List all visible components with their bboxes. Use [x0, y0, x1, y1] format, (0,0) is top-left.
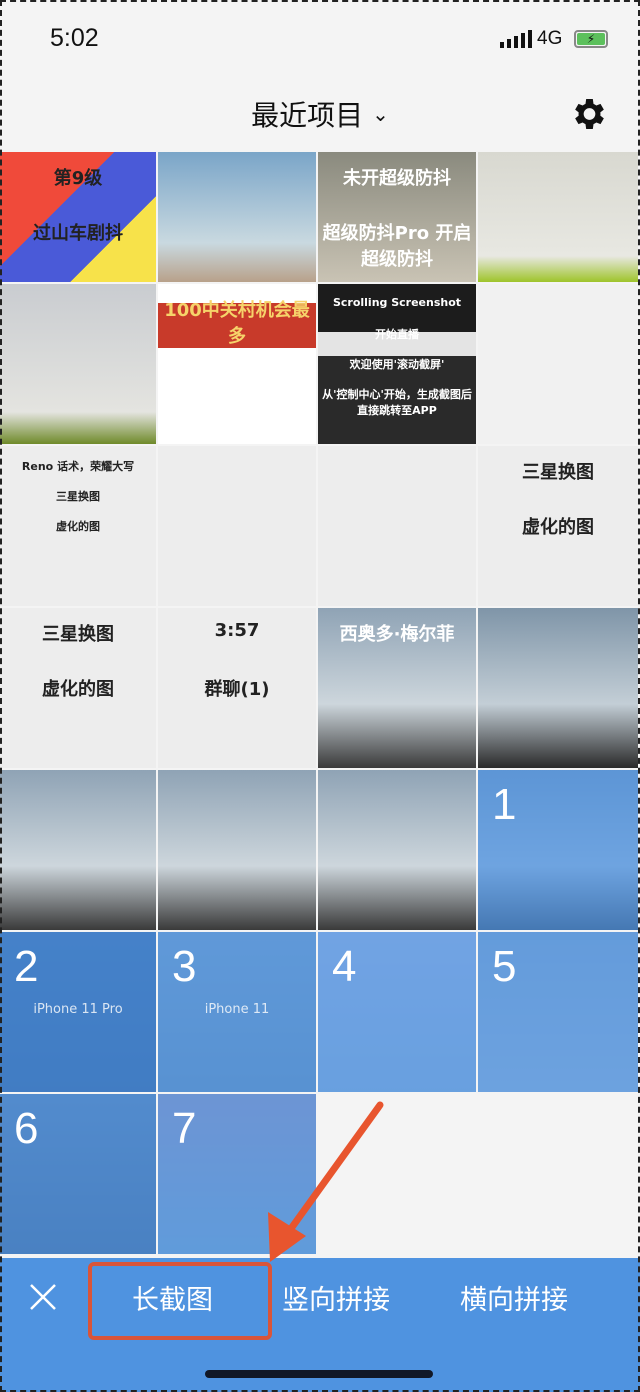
photo-tile-selected[interactable]: 2 iPhone 11 Pro: [0, 932, 156, 1092]
vertical-stitch-button[interactable]: 竖向拼接: [282, 1278, 390, 1317]
selection-order-number: 5: [492, 942, 517, 991]
photo-tile[interactable]: Scrolling Screenshot 开始直播欢迎使用'滚动截屏' 从'控制中心…: [318, 284, 476, 444]
thumbnail-text: 欢迎使用'滚动截屏': [349, 358, 445, 371]
photo-tile[interactable]: [0, 284, 156, 444]
photo-tile[interactable]: Reno 话术，荣耀大写 三星换图虚化的图: [0, 446, 156, 606]
home-indicator: [205, 1370, 433, 1378]
chevron-down-icon: ⌄: [372, 102, 389, 126]
album-title: 最近项目: [251, 99, 364, 132]
photo-tile-selected[interactable]: 1: [478, 770, 638, 930]
photo-tile-selected[interactable]: 7: [158, 1094, 316, 1254]
battery-icon: ⚡: [574, 30, 608, 48]
photo-tile-selected[interactable]: 5: [478, 932, 638, 1092]
status-time: 5:02: [50, 24, 99, 52]
thumbnail-text: 未开超级防抖: [343, 168, 451, 189]
photo-tile[interactable]: 西奥多·梅尔菲: [318, 608, 476, 768]
horizontal-stitch-button[interactable]: 横向拼接: [460, 1278, 568, 1317]
selection-order-number: 4: [332, 942, 357, 991]
thumbnail-text: 超级防抖Pro 开启超级防抖: [322, 223, 472, 270]
thumbnail-text: 虚化的图: [42, 679, 114, 700]
photo-tile[interactable]: 第9级过山车剧抖: [0, 152, 156, 282]
bottom-action-bar: 长截图 竖向拼接 横向拼接: [0, 1258, 640, 1392]
long-screenshot-button[interactable]: 长截图: [132, 1278, 213, 1317]
photo-tile: [478, 1094, 638, 1254]
thumbnail-text: Scrolling Screenshot: [332, 296, 462, 309]
thumbnail-text: 100中关村机会最多: [164, 300, 310, 347]
photo-tile[interactable]: 100中关村机会最多: [158, 284, 316, 444]
thumbnail-text: 过山车剧抖: [33, 223, 123, 244]
thumbnail-text: 第9级: [53, 168, 103, 189]
thumbnail-text: 虚化的图: [56, 520, 100, 533]
photo-tile[interactable]: [478, 152, 638, 282]
photo-tile: [318, 1094, 476, 1254]
gear-icon[interactable]: [568, 94, 608, 134]
photo-tile[interactable]: [478, 608, 638, 768]
thumbnail-text: 三星换图: [56, 490, 100, 503]
thumbnail-text: 虚化的图: [522, 517, 594, 538]
network-type: 4G: [537, 28, 563, 49]
thumbnail-text: iPhone 11 Pro: [33, 1002, 123, 1017]
photo-tile-selected[interactable]: 3 iPhone 11: [158, 932, 316, 1092]
thumbnail-text: 群聊(1): [204, 679, 270, 700]
photo-tile[interactable]: [478, 284, 638, 444]
photo-tile[interactable]: [158, 152, 316, 282]
thumbnail-text: 从'控制中心'开始，生成截图后直接跳转至APP: [322, 388, 472, 417]
photo-tile[interactable]: 三星换图 虚化的图: [0, 608, 156, 768]
header: 最近项目 ⌄: [0, 80, 640, 150]
thumbnail-text: 3:57: [214, 620, 260, 641]
photo-tile-selected[interactable]: 4: [318, 932, 476, 1092]
selection-order-number: 6: [14, 1104, 39, 1153]
status-bar: 5:02 4G ⚡: [0, 0, 640, 80]
photo-tile[interactable]: 三星换图 虚化的图: [478, 446, 638, 606]
thumbnail-text: iPhone 11: [204, 1002, 270, 1017]
photo-tile[interactable]: 3:57 群聊(1): [158, 608, 316, 768]
selection-order-number: 7: [172, 1104, 197, 1153]
close-icon[interactable]: [28, 1282, 58, 1312]
album-selector[interactable]: 最近项目 ⌄: [0, 94, 640, 134]
photo-tile[interactable]: [158, 446, 316, 606]
thumbnail-text: 西奥多·梅尔菲: [339, 624, 455, 645]
photo-tile[interactable]: [0, 770, 156, 930]
selection-order-number: 2: [14, 942, 39, 991]
selection-order-number: 1: [492, 780, 517, 829]
selection-order-number: 3: [172, 942, 197, 991]
photo-tile[interactable]: [318, 446, 476, 606]
thumbnail-text: Reno 话术，荣耀大写: [21, 460, 135, 473]
photo-tile-selected[interactable]: 6: [0, 1094, 156, 1254]
photo-tile[interactable]: [158, 770, 316, 930]
thumbnail-text: 三星换图: [42, 624, 114, 645]
signal-icon: [500, 30, 532, 48]
photo-tile[interactable]: [318, 770, 476, 930]
thumbnail-text: 开始直播: [375, 328, 419, 341]
photo-grid: 第9级 过山车剧抖 未开超级防抖 超级防抖Pro 开启超级防抖 100中关村机会最多 Sc…: [0, 152, 640, 1254]
thumbnail-text: 三星换图: [522, 462, 594, 483]
photo-tile[interactable]: 未开超级防抖超级防抖Pro 开启超级防抖: [318, 152, 476, 282]
